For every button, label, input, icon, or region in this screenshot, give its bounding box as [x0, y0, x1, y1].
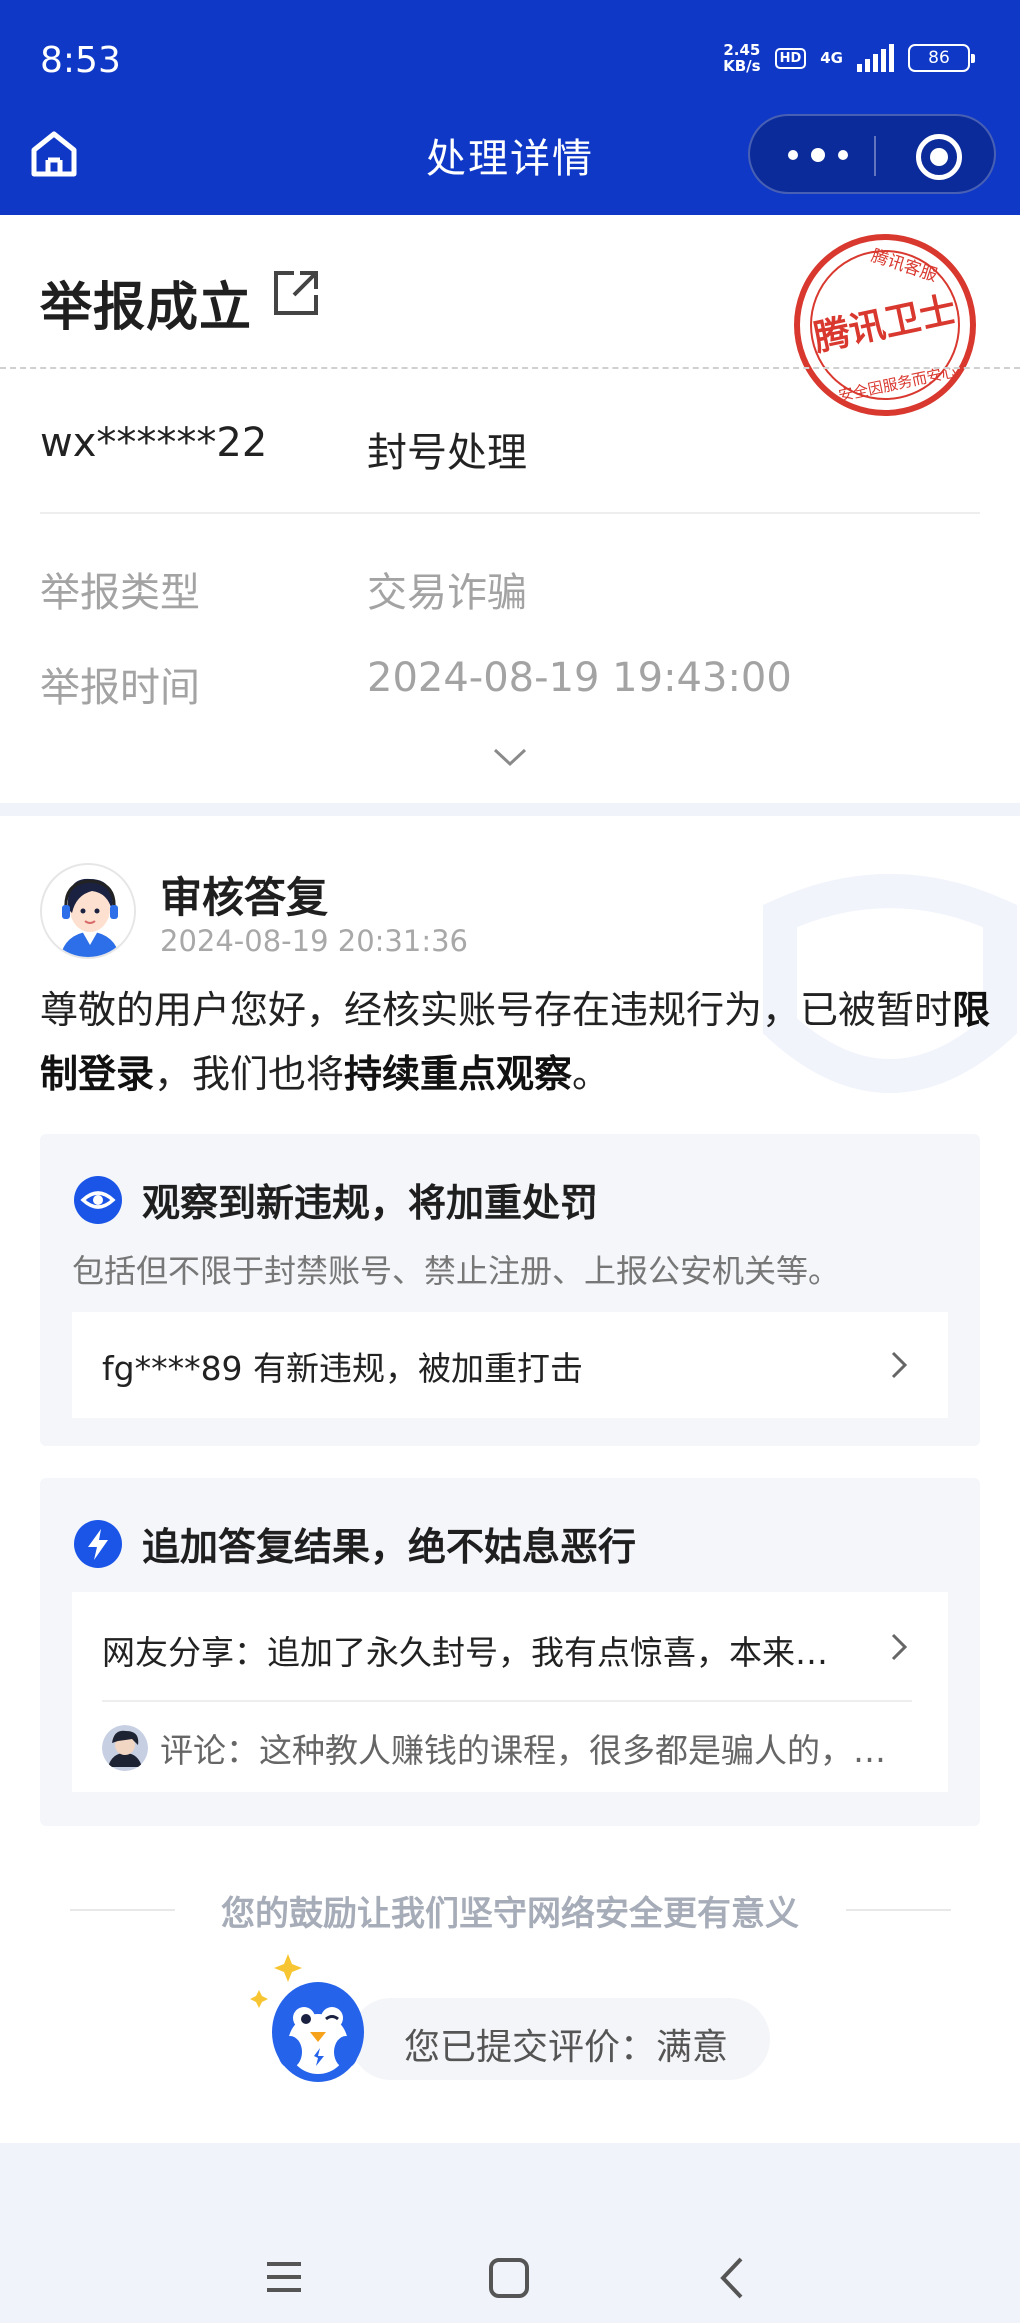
- eye-icon: [74, 1175, 122, 1224]
- chevron-right-icon: [891, 1351, 908, 1379]
- row-divider: [40, 512, 980, 514]
- app-header: 8:53 2.45 KB/s HD 4G 86 处理详情: [0, 0, 1020, 215]
- chevron-right-icon: [891, 1633, 908, 1661]
- menu-icon[interactable]: [265, 2260, 303, 2294]
- observe-subtitle: 包括但不限于封禁账号、禁止注册、上报公安机关等。: [72, 1252, 841, 1290]
- hd-badge: HD: [774, 47, 807, 69]
- observe-heading: 观察到新违规，将加重处罚: [74, 1172, 598, 1227]
- dashed-divider: [0, 367, 1020, 369]
- more-icon[interactable]: [788, 140, 848, 170]
- reply-time: 2024-08-19 20:31:36: [160, 924, 468, 958]
- report-title: 举报成立: [40, 278, 253, 338]
- report-card: 举报成立 腾讯客服 腾讯卫士 安全因服务而安心 wx******22 封号处理 …: [0, 215, 1020, 803]
- back-icon[interactable]: [720, 2256, 744, 2300]
- close-target-icon[interactable]: [916, 134, 962, 180]
- share-text: 网友分享：追加了永久封号，我有点惊喜，本来…: [102, 1633, 828, 1672]
- comment-text: 评论：这种教人赚钱的课程，很多都是骗人的，…: [160, 1731, 886, 1770]
- followup-item[interactable]: 网友分享：追加了永久封号，我有点惊喜，本来… 评论：这种教人赚钱的课程，很多都是…: [72, 1592, 948, 1792]
- status-time: 8:53: [40, 40, 121, 81]
- report-type-label: 举报类型: [40, 570, 200, 616]
- tencent-guard-stamp: 腾讯客服 腾讯卫士 安全因服务而安心: [794, 234, 976, 416]
- reply-title: 审核答复: [160, 873, 329, 922]
- comment-row: 评论：这种教人赚钱的课程，很多都是骗人的，…: [102, 1724, 886, 1772]
- report-type-value: 交易诈骗: [367, 570, 527, 616]
- action-value: 封号处理: [367, 430, 527, 476]
- reply-body: 尊敬的用户您好，经核实账号存在违规行为，已被暂时限制登录，我们也将持续重点观察。: [40, 988, 991, 1096]
- observe-title: 观察到新违规，将加重处罚: [142, 1181, 599, 1225]
- violation-item-text: fg****89 有新违规，被加重打击: [102, 1349, 584, 1388]
- commenter-avatar: [102, 1725, 148, 1771]
- home-square-icon[interactable]: [489, 2258, 529, 2298]
- penguin-mascot-icon: [250, 1954, 364, 2082]
- followup-section: 追加答复结果，绝不姑息恶行 网友分享：追加了永久封号，我有点惊喜，本来… 评论：…: [40, 1478, 980, 1826]
- report-time-value: 2024-08-19 19:43:00: [367, 655, 792, 701]
- review-reply-card: 审核答复 2024-08-19 20:31:36 尊敬的用户您好，经核实账号存在…: [0, 816, 1020, 2143]
- network-type: 4G: [820, 49, 843, 67]
- report-time-label: 举报时间: [40, 665, 200, 711]
- capsule-divider: [874, 136, 876, 176]
- item-divider: [102, 1700, 912, 1702]
- observe-section: 观察到新违规，将加重处罚 包括但不限于封禁账号、禁止注册、上报公安机关等。 fg…: [40, 1134, 980, 1446]
- followup-title: 追加答复结果，绝不姑息恶行: [142, 1525, 637, 1569]
- lightning-icon: [74, 1519, 122, 1568]
- account-id: wx******22: [40, 420, 268, 466]
- signal-icon: [857, 44, 894, 72]
- rating-text: 您已提交评价：满意: [404, 2027, 729, 2068]
- mini-program-capsule: [748, 114, 996, 194]
- chevron-down-icon[interactable]: [492, 745, 528, 769]
- status-icons: 2.45 KB/s HD 4G 86: [723, 41, 975, 75]
- network-speed: 2.45 KB/s: [723, 41, 761, 75]
- system-nav-bar: [0, 2200, 1020, 2323]
- battery-icon: 86: [908, 44, 975, 72]
- violation-item[interactable]: fg****89 有新违规，被加重打击: [72, 1312, 948, 1418]
- encouragement-text: 您的鼓励让我们坚守网络安全更有意义: [221, 1894, 799, 1934]
- agent-avatar: [40, 863, 136, 959]
- external-link-icon[interactable]: [270, 267, 322, 319]
- rating-pill: 您已提交评价：满意: [350, 1998, 770, 2080]
- svg-text:腾讯卫士: 腾讯卫士: [810, 289, 959, 359]
- followup-heading: 追加答复结果，绝不姑息恶行: [74, 1516, 636, 1571]
